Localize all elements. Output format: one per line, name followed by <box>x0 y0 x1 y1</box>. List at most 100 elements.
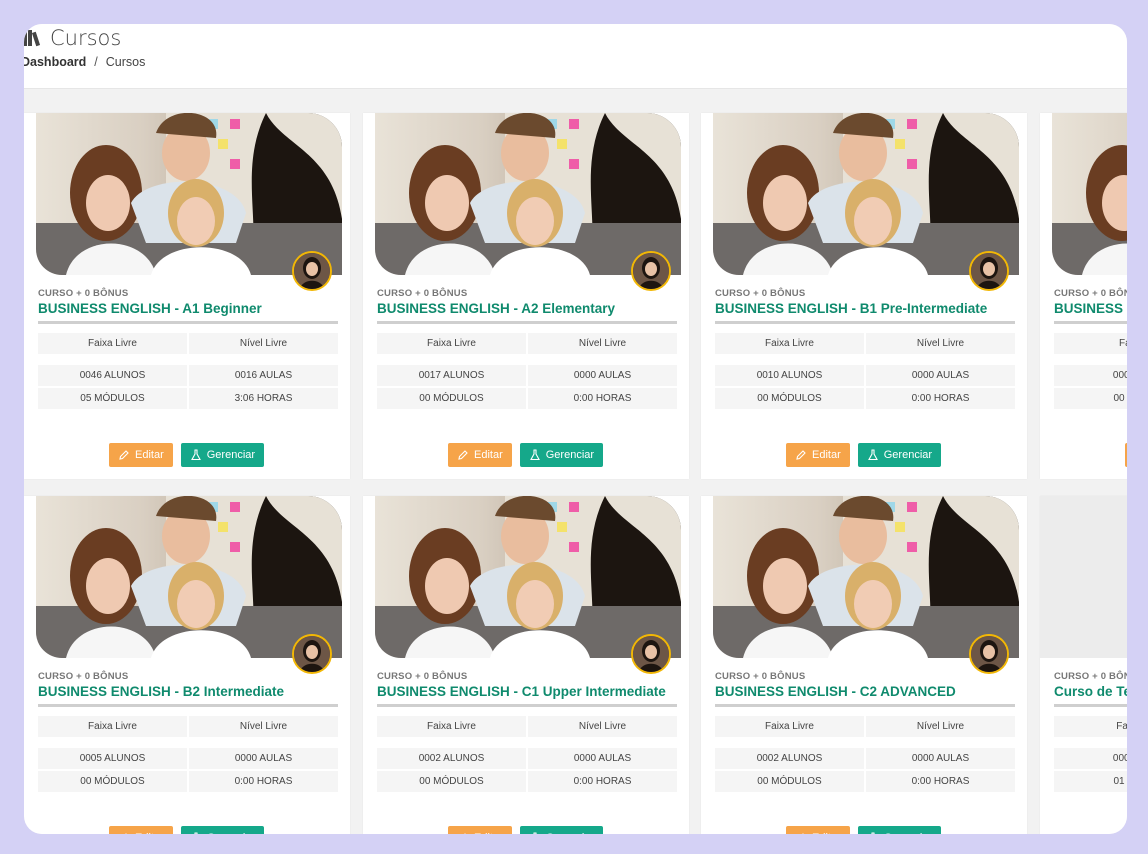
breadcrumb: Dashboard / Cursos <box>24 55 145 69</box>
course-subtitle: CURSO + 0 BÔNUS <box>38 288 129 299</box>
course-image-placeholder <box>1040 496 1127 658</box>
course-title[interactable]: Curso de Te <box>1054 684 1127 699</box>
course-card: CURSO + 0 BÔNUS BUSINESS ENGLISH - B2 In… <box>24 496 350 834</box>
course-image <box>36 113 342 275</box>
manage-button[interactable]: Gerenciar <box>180 826 265 834</box>
edit-button[interactable]: Editar <box>448 826 512 834</box>
course-card: CURSO + 0 BÔNUS BUSINESS ENGLISH - B1 Pr… <box>701 113 1027 479</box>
course-title[interactable]: BUSINESS ENGLISH - C1 Upper Intermediate <box>377 684 666 699</box>
manage-button-label: Gerenciar <box>546 826 594 834</box>
edit-button-label: Editar <box>135 826 164 834</box>
edit-button[interactable]: Editar <box>109 443 173 467</box>
band-cell: Faixa Livre <box>38 716 187 737</box>
manage-button[interactable]: Gerenciar <box>519 826 604 834</box>
pencil-icon <box>458 450 468 460</box>
breadcrumb-dashboard-link[interactable]: Dashboard <box>24 55 86 69</box>
instructor-avatar <box>292 251 332 291</box>
instructor-avatar <box>969 634 1009 674</box>
students-cell: 0002 ALUNOS <box>715 748 864 769</box>
pencil-icon <box>796 450 806 460</box>
course-card: CURSO + 0 BÔNUS BUSINESS E Faix 0009 A 0… <box>1040 113 1127 479</box>
course-subtitle: CURSO + 0 BÔNUS <box>377 671 468 682</box>
breadcrumb-current: Cursos <box>105 55 146 69</box>
edit-button[interactable]: Editar <box>786 443 850 467</box>
level-cell: Nível Livre <box>528 716 677 737</box>
instructor-avatar <box>292 634 332 674</box>
course-image <box>1052 113 1127 275</box>
band-cell: Faixa Livre <box>377 716 526 737</box>
page-header: Cursos Dashboard / Cursos <box>24 24 1127 89</box>
course-title[interactable]: BUSINESS E <box>1054 301 1127 316</box>
divider <box>377 321 677 324</box>
instructor-avatar <box>969 251 1009 291</box>
modules-cell: 05 MÓDULOS <box>38 388 187 409</box>
course-subtitle: CURSO + 0 BÔNUS <box>715 288 806 299</box>
hours-cell: 0:00 HORAS <box>528 388 677 409</box>
card-actions: Editar Gerenciar <box>786 443 942 467</box>
hours-cell: 3:06 HORAS <box>189 388 338 409</box>
modules-cell: 00 MÓDULOS <box>715 388 864 409</box>
pencil-icon <box>464 833 466 834</box>
breadcrumb-separator: / <box>94 55 98 69</box>
course-image <box>713 113 1019 275</box>
band-cell: Faixa Livre <box>715 333 864 354</box>
edit-button-label: Editar <box>812 449 841 461</box>
card-actions: Editar Gerenciar <box>109 443 265 467</box>
course-meta-table: Faixa Livre Nível Livre <box>715 716 1015 739</box>
lessons-cell: 0016 AULAS <box>189 365 338 386</box>
manage-button-label: Gerenciar <box>206 449 256 461</box>
level-cell: Nível Livre <box>189 333 338 354</box>
course-title[interactable]: BUSINESS ENGLISH - B2 Intermediate <box>38 684 284 699</box>
band-cell: Faixa Livre <box>715 716 864 737</box>
flask-icon <box>867 449 878 461</box>
manage-button-label: Gerenciar <box>883 449 933 461</box>
lessons-cell: 0000 AULAS <box>528 748 677 769</box>
manage-button[interactable]: Gerenciar <box>180 443 265 467</box>
flask-icon <box>529 449 540 461</box>
card-actions: Editar Gerenciar <box>1125 443 1127 467</box>
course-title[interactable]: BUSINESS ENGLISH - A1 Beginner <box>38 301 262 316</box>
manage-button[interactable]: Gerenciar <box>519 443 604 467</box>
manage-button[interactable]: Gerenciar <box>857 826 942 834</box>
students-cell: 0001 A <box>1054 748 1127 769</box>
modules-cell: 00 MÓDULOS <box>377 388 526 409</box>
divider <box>1054 704 1127 707</box>
manage-button-label: Gerenciar <box>545 449 595 461</box>
course-card: CURSO + 0 BÔNUS Curso de Te Faixa 0001 A… <box>1040 496 1127 834</box>
app-window: Cursos Dashboard / Cursos CURSO + 0 BÔNUS … <box>24 24 1127 834</box>
course-title[interactable]: BUSINESS ENGLISH - A2 Elementary <box>377 301 615 316</box>
lessons-cell: 0000 AULAS <box>528 365 677 386</box>
modules-cell: 00 MÓ <box>1054 388 1127 409</box>
hours-cell: 0:00 HORAS <box>528 771 677 792</box>
manage-button[interactable]: Gerenciar <box>857 443 942 467</box>
course-subtitle: CURSO + 0 BÔNUS <box>38 671 129 682</box>
edit-button[interactable]: Editar <box>448 443 512 467</box>
edit-button-label: Editar <box>474 826 503 834</box>
course-stats-table: 0002 ALUNOS 0000 AULAS 00 MÓDULOS 0:00 H… <box>715 748 1015 794</box>
edit-button-label: Editar <box>812 826 841 834</box>
course-image <box>713 496 1019 658</box>
divider <box>1054 321 1127 324</box>
students-cell: 0017 ALUNOS <box>377 365 526 386</box>
modules-cell: 01 MÓ <box>1054 771 1127 792</box>
edit-button[interactable]: Editar <box>1125 826 1127 834</box>
edit-button[interactable]: Editar <box>109 826 173 834</box>
card-actions: Editar Gerenciar <box>448 443 604 467</box>
level-cell: Nível Livre <box>189 716 338 737</box>
divider <box>377 704 677 707</box>
band-cell: Faixa Livre <box>377 333 526 354</box>
band-cell: Faixa Livre <box>38 333 187 354</box>
course-title[interactable]: BUSINESS ENGLISH - B1 Pre-Intermediate <box>715 301 987 316</box>
modules-cell: 00 MÓDULOS <box>377 771 526 792</box>
edit-button[interactable]: Editar <box>786 826 850 834</box>
course-title[interactable]: BUSINESS ENGLISH - C2 ADVANCED <box>715 684 956 699</box>
course-subtitle: CURSO + 0 BÔNUS <box>1054 671 1127 682</box>
level-cell: Nível Livre <box>866 333 1015 354</box>
card-actions: Editar Gerenciar <box>448 826 604 834</box>
edit-button[interactable]: Editar <box>1125 443 1127 467</box>
hours-cell: 0:00 HORAS <box>866 771 1015 792</box>
card-actions: Editar Gerenciar <box>786 826 942 834</box>
hours-cell: 0:00 HORAS <box>866 388 1015 409</box>
course-card: CURSO + 0 BÔNUS BUSINESS ENGLISH - A1 Be… <box>24 113 350 479</box>
hours-cell: 0:00 HORAS <box>189 771 338 792</box>
